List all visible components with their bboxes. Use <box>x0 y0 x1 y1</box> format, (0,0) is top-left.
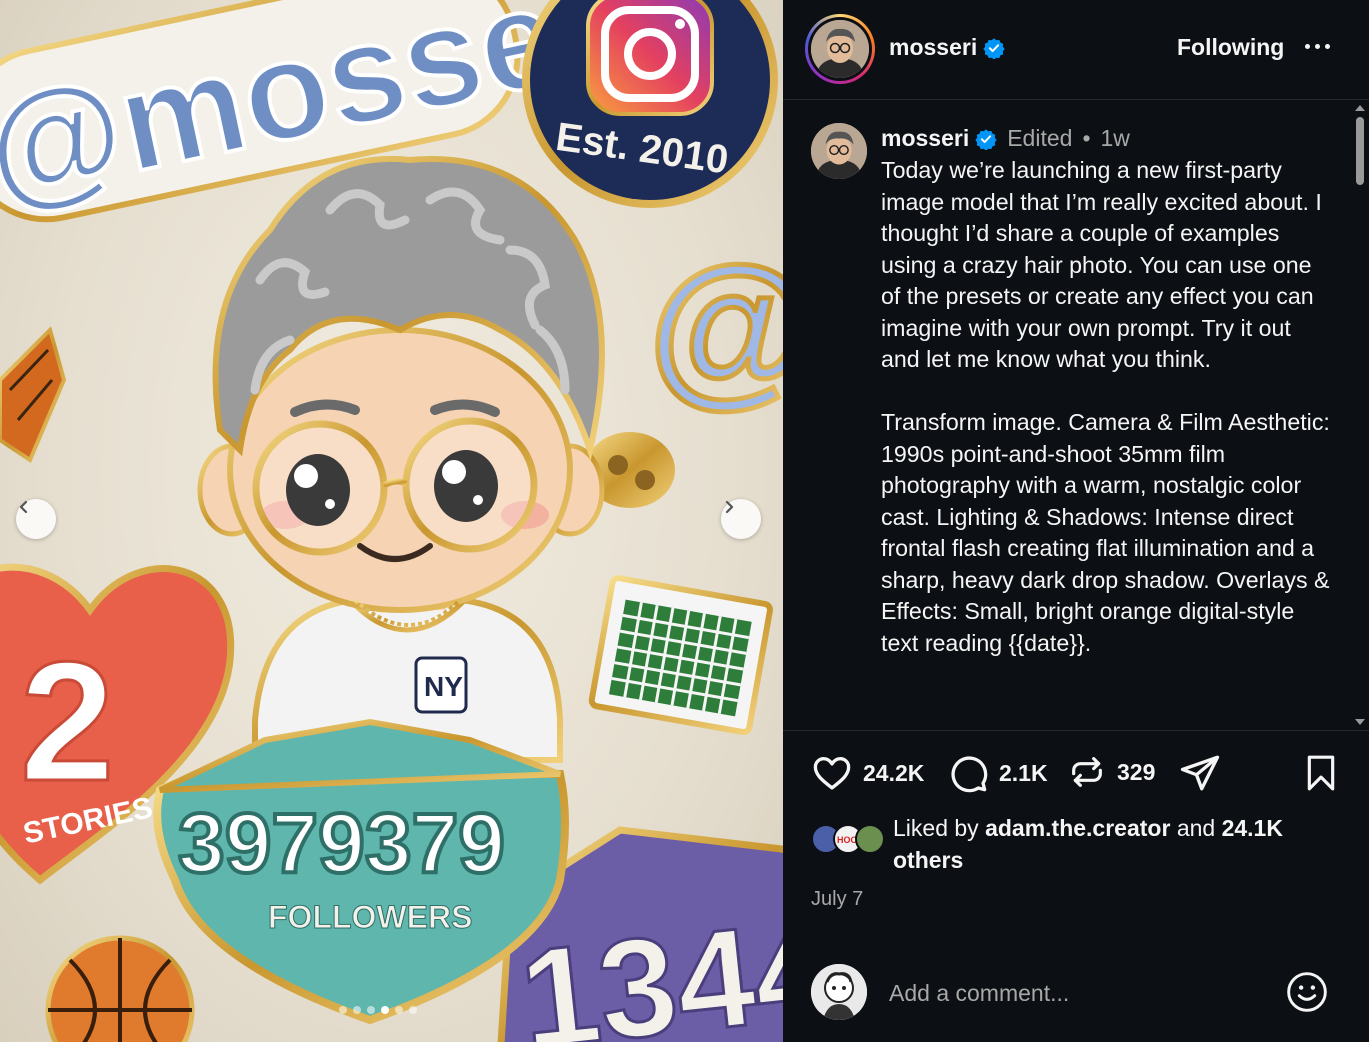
caption-text: Today we’re launching a new first-party … <box>881 157 1330 656</box>
carousel-dot[interactable] <box>339 1006 347 1014</box>
caption-author-avatar[interactable] <box>811 123 867 179</box>
share-icon <box>1180 755 1220 791</box>
following-button[interactable]: Following <box>1177 34 1284 61</box>
butterfly-pin <box>0 326 67 464</box>
like-count[interactable]: 24.2K <box>863 760 924 787</box>
liked-by-count-link[interactable]: 24.1K <box>1222 815 1283 841</box>
instagram-pin: Est. 2010 <box>522 0 778 208</box>
save-button[interactable] <box>1301 752 1341 794</box>
caption-scrollbar[interactable] <box>1353 101 1367 729</box>
header-username[interactable]: mosseri <box>889 34 977 61</box>
more-horizontal-icon <box>1305 44 1310 49</box>
smiley-icon <box>1287 972 1327 1012</box>
next-image-button[interactable] <box>721 499 761 539</box>
author-avatar[interactable] <box>811 20 869 78</box>
verified-badge-icon <box>975 128 997 150</box>
carousel-dot[interactable] <box>367 1006 375 1014</box>
liked-by-row: HOC Liked by adam.the.creator and 24.1K … <box>811 812 1331 876</box>
share-button[interactable] <box>1179 752 1221 794</box>
carousel-dot[interactable] <box>395 1006 403 1014</box>
repost-button[interactable]: 329 <box>1067 752 1155 792</box>
post-panel: mosseri Following mosseri Edited • 1w To… <box>783 0 1369 1042</box>
character-pin: NY <box>197 155 605 763</box>
repost-count[interactable]: 329 <box>1117 759 1155 786</box>
carousel-dot[interactable] <box>409 1006 417 1014</box>
divider <box>783 730 1369 731</box>
post-header: mosseri Following <box>783 0 1369 100</box>
action-bar: 24.2K 2.1K 329 <box>811 752 1341 800</box>
pin-collage-image: @mosseri Est. 2010 @ 2 STORIES <box>0 0 783 1042</box>
caption-username[interactable]: mosseri <box>881 125 969 152</box>
scrollbar-thumb[interactable] <box>1356 117 1364 185</box>
emoji-button[interactable] <box>1285 970 1329 1019</box>
comment-bar <box>783 950 1369 1042</box>
carousel-dot[interactable] <box>381 1006 389 1014</box>
verified-badge-icon <box>983 37 1005 59</box>
post-date[interactable]: July 7 <box>811 888 863 911</box>
svg-text:@: @ <box>648 232 783 422</box>
repost-icon <box>1072 757 1102 787</box>
liked-by-text: Liked by adam.the.creator and 24.1K othe… <box>893 815 1283 873</box>
comment-button[interactable]: 2.1K <box>947 752 1048 794</box>
liker-avatar[interactable] <box>855 824 885 854</box>
svg-text:3979379: 3979379 <box>178 796 505 890</box>
heart-icon <box>813 756 851 790</box>
meta-separator: • <box>1082 125 1091 151</box>
liked-by-avatars[interactable]: HOC <box>811 824 893 858</box>
chevron-right-icon <box>725 500 734 514</box>
comment-input[interactable] <box>889 976 1269 1010</box>
comment-icon <box>951 756 988 793</box>
comment-count[interactable]: 2.1K <box>999 760 1048 787</box>
svg-text:2: 2 <box>20 627 115 817</box>
scroll-down-arrow-icon[interactable] <box>1355 719 1365 725</box>
current-user-avatar[interactable] <box>811 964 867 1020</box>
basketball-pin <box>45 935 195 1042</box>
post-media[interactable]: @mosseri Est. 2010 @ 2 STORIES <box>0 0 783 1042</box>
caption-header: mosseri Edited • 1w <box>881 125 1130 152</box>
author-name-row[interactable]: mosseri <box>889 34 1005 61</box>
at-pin: @ <box>646 230 784 425</box>
liked-by-user-link[interactable]: adam.the.creator <box>985 815 1170 841</box>
author-avatar-ring[interactable] <box>805 14 875 84</box>
previous-image-button[interactable] <box>16 499 56 539</box>
like-button[interactable]: 24.2K <box>811 752 924 794</box>
svg-text:FOLLOWERS: FOLLOWERS <box>268 899 472 935</box>
liked-by-others-link[interactable]: others <box>893 847 963 873</box>
svg-text:NY: NY <box>424 671 463 702</box>
soccer-goal-pin <box>588 575 773 736</box>
more-options-button[interactable] <box>1305 44 1330 49</box>
scroll-up-arrow-icon[interactable] <box>1355 105 1365 111</box>
chevron-left-icon <box>19 500 28 514</box>
caption-section: mosseri Edited • 1w Today we’re launchin… <box>783 101 1369 729</box>
edited-label: Edited <box>1007 125 1073 151</box>
post-time[interactable]: 1w <box>1101 125 1130 152</box>
carousel-indicator <box>339 1006 417 1014</box>
carousel-dot[interactable] <box>353 1006 361 1014</box>
bookmark-icon <box>1307 755 1335 791</box>
